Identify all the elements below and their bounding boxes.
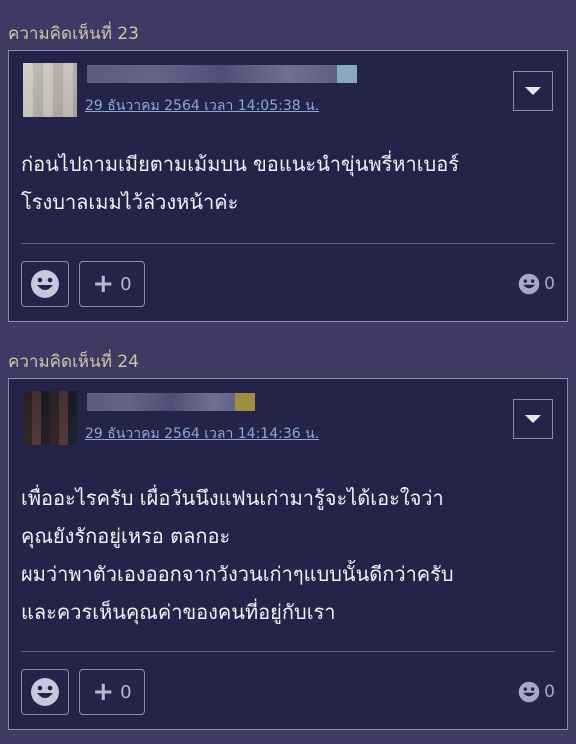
comment-timestamp[interactable]: 29 ธันวาคม 2564 เวลา 14:05:38 น. [85, 95, 319, 117]
comment-number-title: ความคิดเห็นที่ 24 [8, 352, 139, 372]
avatar[interactable] [23, 63, 77, 117]
username-blurred[interactable] [87, 393, 255, 411]
emotion-count: 0 [544, 274, 555, 294]
smiley-icon [518, 681, 540, 703]
emotion-count: 0 [544, 682, 555, 702]
plus-vote-button[interactable]: + 0 [79, 261, 145, 307]
comment-text-line: เพื่ออะไรครับ เผื่อวันนึงแฟนเก่ามารู้จะไ… [21, 486, 444, 510]
comment-text-line: และควรเห็นคุณค่าของคนที่อยู่กับเรา [21, 600, 336, 624]
plus-count: 0 [120, 681, 132, 703]
comment-menu-button[interactable] [513, 71, 553, 111]
plus-vote-button[interactable]: + 0 [79, 669, 145, 715]
smiley-icon [31, 678, 59, 706]
username-blurred[interactable] [87, 65, 357, 83]
emotion-summary[interactable]: 0 [518, 273, 555, 295]
comment-text-line: ก่อนไปถามเมียตามเม้มบน ขอแนะนำขุ่นพรี่หา… [21, 152, 459, 176]
plus-icon: + [92, 677, 115, 707]
comment-text: เพื่ออะไรครับ เผื่อวันนึงแฟนเก่ามารู้จะไ… [21, 479, 547, 631]
comment-text-line: ผมว่าพาตัวเองออกจากวังวนเก่าๆแบบนั้นดีกว… [21, 562, 454, 586]
emotion-button[interactable] [21, 261, 69, 307]
divider [21, 651, 555, 652]
smiley-icon [518, 273, 540, 295]
avatar[interactable] [23, 391, 77, 445]
emotion-button[interactable] [21, 669, 69, 715]
comment-number-title: ความคิดเห็นที่ 23 [8, 24, 139, 44]
comment-card: 29 ธันวาคม 2564 เวลา 14:05:38 น. ก่อนไปถ… [8, 50, 568, 322]
comment-text-line: โรงบาลเมมไว้ล่วงหน้าค่ะ [21, 190, 239, 214]
comment-card: 29 ธันวาคม 2564 เวลา 14:14:36 น. เพื่ออะ… [8, 378, 568, 730]
emotion-summary[interactable]: 0 [518, 681, 555, 703]
comment-text-line: คุณยังรักอยู่เหรอ ตลกอะ [21, 524, 231, 548]
menu-dropdown-icon [525, 87, 541, 95]
smiley-icon [31, 270, 59, 298]
comment-text: ก่อนไปถามเมียตามเม้มบน ขอแนะนำขุ่นพรี่หา… [21, 145, 547, 221]
comment-timestamp[interactable]: 29 ธันวาคม 2564 เวลา 14:14:36 น. [85, 423, 319, 445]
plus-count: 0 [120, 273, 132, 295]
divider [21, 243, 555, 244]
comment-menu-button[interactable] [513, 399, 553, 439]
plus-icon: + [92, 269, 115, 299]
menu-dropdown-icon [525, 415, 541, 423]
